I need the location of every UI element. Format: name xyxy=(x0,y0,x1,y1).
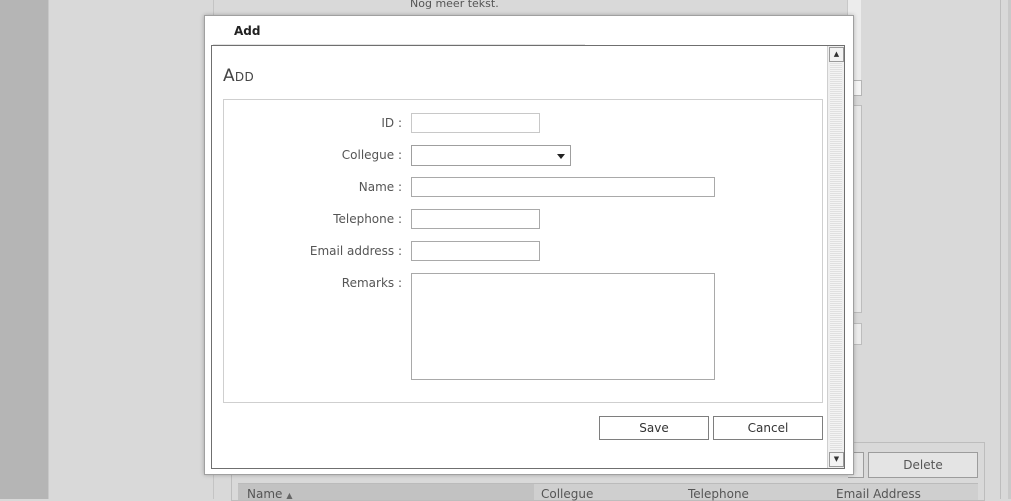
form-panel: ID : Collegue : Name : Telephone : Email… xyxy=(223,99,823,403)
id-field xyxy=(411,113,540,133)
dialog-content: Add ID : Collegue : Name : Telephone: E… xyxy=(212,46,828,468)
remarks-field[interactable] xyxy=(411,273,715,380)
form-row-email: Email address : xyxy=(224,241,822,263)
form-heading: Add xyxy=(223,66,255,86)
background-text: Nog meer tekst. xyxy=(410,0,499,10)
delete-button[interactable]: Delete xyxy=(868,452,978,478)
scrollbar-track[interactable] xyxy=(830,62,842,450)
form-row-id: ID : xyxy=(224,113,822,135)
form-row-name: Name : xyxy=(224,177,822,199)
save-button[interactable]: Save xyxy=(599,416,709,440)
collegue-select[interactable] xyxy=(411,145,571,166)
form-row-remarks: Remarks : xyxy=(224,273,822,380)
email-field[interactable] xyxy=(411,241,540,261)
name-label: Name : xyxy=(358,180,402,194)
scroll-down-icon[interactable]: ▼ xyxy=(829,452,844,467)
collegue-label: Collegue : xyxy=(341,148,402,162)
form-row-collegue: Collegue : xyxy=(224,145,822,167)
telephone-field[interactable] xyxy=(411,209,540,229)
scroll-up-icon[interactable]: ▲ xyxy=(829,47,844,62)
email-label: Email address : xyxy=(309,244,402,258)
left-sidebar-strip xyxy=(0,0,48,499)
divider xyxy=(1000,0,1001,499)
divider xyxy=(48,0,49,499)
remarks-label: Remarks : xyxy=(341,276,402,290)
dialog-scrollbar[interactable]: ▲ ▼ xyxy=(827,46,844,468)
dialog-title: Add xyxy=(234,24,261,38)
cancel-button[interactable]: Cancel xyxy=(713,416,823,440)
dialog-frame: Add ID : Collegue : Name : Telephone: E… xyxy=(211,45,845,469)
id-label: ID : xyxy=(381,116,402,130)
telephone-label: Telephone : xyxy=(333,212,402,226)
dropdown-arrow-icon[interactable] xyxy=(557,154,565,159)
form-row-telephone: Telephone : xyxy=(224,209,822,231)
grid-header: Name ▲ Collegue Telephone Email Address xyxy=(238,483,978,501)
name-field[interactable] xyxy=(411,177,715,197)
add-dialog: Add Add ID : Collegue : Name : Telephone… xyxy=(204,15,854,475)
